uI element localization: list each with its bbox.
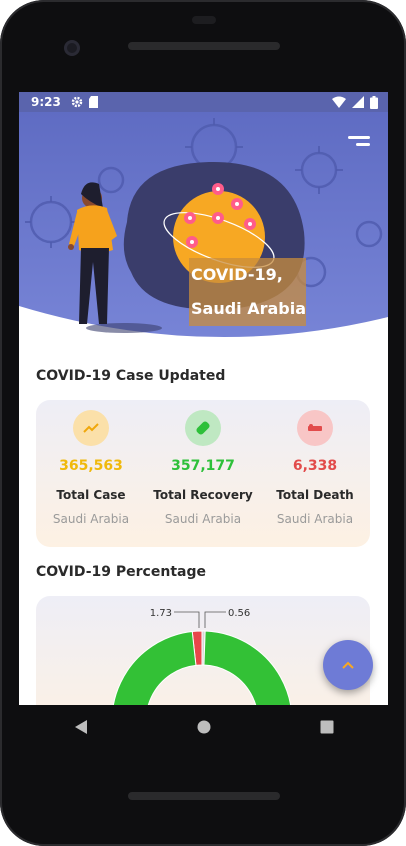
phone-frame: 9:23 COVID-19, Saudi Arabia COVID-19 Cas… xyxy=(0,0,406,846)
nav-recents-button[interactable] xyxy=(312,712,342,742)
system-nav-bar xyxy=(19,705,388,749)
signal-icon xyxy=(352,96,364,108)
total-case-country: Saudi Arabia xyxy=(52,512,130,526)
bed-icon xyxy=(297,410,333,446)
wifi-icon xyxy=(332,96,346,108)
stat-total-recovery: 357,177 Total Recovery Saudi Arabia xyxy=(148,400,258,526)
back-icon xyxy=(74,720,87,734)
total-case-value: 365,563 xyxy=(59,458,123,474)
cases-section-title: COVID-19 Case Updated xyxy=(36,368,226,384)
top-speaker xyxy=(128,42,280,50)
total-recovery-country: Saudi Arabia xyxy=(164,512,242,526)
status-bar: 9:23 xyxy=(19,92,388,112)
cases-card: 365,563 Total Case Saudi Arabia 357,177 … xyxy=(36,400,370,547)
label-active-pct: 0.56 xyxy=(228,608,250,619)
stat-total-case: 365,563 Total Case Saudi Arabia xyxy=(36,400,146,526)
recents-icon xyxy=(320,720,333,734)
total-recovery-label: Total Recovery xyxy=(153,488,253,502)
menu-button[interactable] xyxy=(348,136,370,152)
status-time: 9:23 xyxy=(31,95,61,109)
gear-icon xyxy=(71,96,83,108)
home-icon xyxy=(197,720,210,734)
trend-up-icon xyxy=(73,410,109,446)
nav-back-button[interactable] xyxy=(66,712,96,742)
nav-home-button[interactable] xyxy=(189,712,219,742)
hero-title-line1: COVID-19, xyxy=(189,258,307,292)
hero-title: COVID-19, Saudi Arabia xyxy=(189,258,307,326)
label-death-pct-leader xyxy=(174,611,200,628)
screen: 9:23 COVID-19, Saudi Arabia COVID-19 Cas… xyxy=(19,92,388,705)
total-death-country: Saudi Arabia xyxy=(276,512,354,526)
battery-icon xyxy=(370,95,378,109)
total-case-label: Total Case xyxy=(56,488,126,502)
sd-card-icon xyxy=(88,96,98,108)
percentage-section-title: COVID-19 Percentage xyxy=(36,564,206,580)
bandage-icon xyxy=(185,410,221,446)
front-camera xyxy=(64,40,80,56)
total-death-label: Total Death xyxy=(276,488,354,502)
total-recovery-value: 357,177 xyxy=(171,458,235,474)
label-death-pct: 1.73 xyxy=(150,608,172,619)
total-death-value: 6,338 xyxy=(292,458,338,474)
label-active-pct-leader xyxy=(204,611,226,628)
chevron-up-icon xyxy=(342,661,354,669)
bottom-speaker xyxy=(128,792,280,800)
hero-banner: COVID-19, Saudi Arabia xyxy=(19,112,388,344)
scroll-top-button[interactable] xyxy=(323,640,373,690)
percentage-donut-chart: 1.73 0.56 xyxy=(113,608,291,705)
stat-total-death: 6,338 Total Death Saudi Arabia xyxy=(260,400,370,526)
percentage-card: 1.73 0.56 xyxy=(36,596,370,705)
hero-title-line2: Saudi Arabia xyxy=(189,292,307,326)
sensor xyxy=(192,16,216,24)
